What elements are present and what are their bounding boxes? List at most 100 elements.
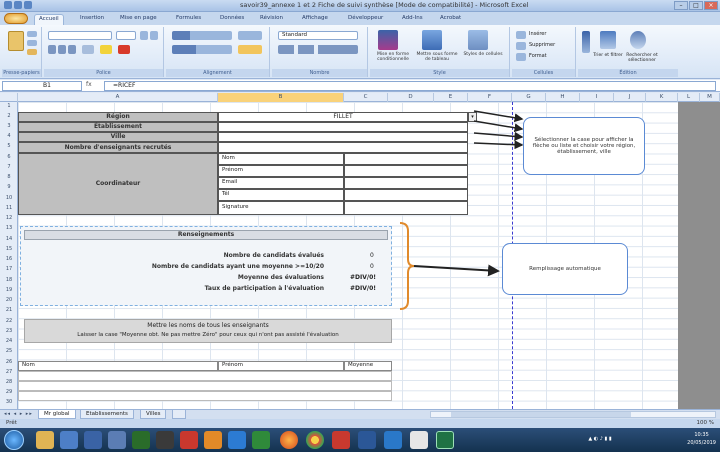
zoom-level[interactable]: 100 % — [697, 420, 714, 426]
align-left-icon[interactable] — [172, 45, 232, 54]
row-header[interactable]: 23 — [0, 328, 18, 334]
etab-input[interactable] — [218, 122, 468, 132]
row-header[interactable]: 15 — [0, 246, 18, 252]
coord-value[interactable] — [344, 177, 468, 189]
col-header[interactable]: D — [388, 93, 434, 102]
col-header[interactable]: A — [18, 93, 218, 102]
col-header[interactable]: B — [218, 93, 344, 102]
row-header[interactable]: 18 — [0, 277, 18, 283]
row-header[interactable]: 21 — [0, 307, 18, 313]
tab-accueil[interactable]: Accueil — [34, 14, 64, 25]
app-icon[interactable] — [84, 431, 102, 449]
row-header[interactable]: 28 — [0, 379, 18, 385]
format-table-icon[interactable] — [422, 30, 442, 50]
edit-btn-label[interactable]: Trier et filtrer — [590, 53, 626, 58]
format-cells-icon[interactable] — [516, 53, 526, 61]
row-header[interactable]: 5 — [0, 143, 18, 149]
col-header[interactable]: L — [678, 93, 700, 102]
row-header[interactable]: 12 — [0, 215, 18, 221]
copy-icon[interactable] — [27, 40, 37, 46]
row-header[interactable]: 30 — [0, 399, 18, 405]
row-header[interactable]: 1 — [0, 103, 18, 109]
font-size-select[interactable] — [116, 31, 136, 40]
row-header[interactable]: 3 — [0, 123, 18, 129]
maximize-button[interactable]: □ — [689, 1, 703, 10]
formula-input[interactable]: =RICEF — [104, 81, 716, 91]
row-header[interactable]: 9 — [0, 184, 18, 190]
sheet-tab[interactable]: Mr global — [38, 410, 76, 419]
coord-field[interactable] — [218, 153, 344, 165]
sheet-tab[interactable]: Villes — [140, 410, 167, 419]
col-header[interactable]: G — [512, 93, 546, 102]
tab-affichage[interactable]: Affichage — [298, 14, 332, 25]
coord-field[interactable] — [218, 189, 344, 201]
sheet-nav-arrows-icon[interactable]: ◂◂ ◂ ▸ ▸▸ — [4, 411, 33, 417]
redo-icon[interactable] — [24, 1, 32, 9]
excel-icon[interactable] — [436, 431, 454, 449]
tab-revision[interactable]: Révision — [256, 14, 287, 25]
number-tools-icon[interactable] — [278, 45, 358, 54]
row-header[interactable]: 11 — [0, 205, 18, 211]
col-header[interactable]: J — [614, 93, 646, 102]
font-name-select[interactable] — [48, 31, 112, 40]
row-header[interactable]: 20 — [0, 297, 18, 303]
horizontal-scrollbar[interactable] — [430, 411, 716, 418]
align-top-icon[interactable] — [172, 31, 232, 40]
autosum-icon[interactable] — [582, 31, 590, 53]
table-header-cell[interactable] — [18, 361, 218, 371]
app-icon[interactable] — [228, 431, 246, 449]
row-header[interactable]: 6 — [0, 154, 18, 160]
media-icon[interactable] — [60, 431, 78, 449]
name-box[interactable]: B1 — [2, 81, 82, 91]
find-select-icon[interactable] — [630, 31, 646, 49]
sheet-tab[interactable]: Etablissements — [80, 410, 134, 419]
minimize-button[interactable]: – — [674, 1, 688, 10]
vlc-icon[interactable] — [204, 431, 222, 449]
tab-donnees[interactable]: Données — [216, 14, 248, 25]
edit-btn-label[interactable]: Rechercher et sélectionner — [622, 53, 662, 63]
row-header[interactable]: 13 — [0, 225, 18, 231]
row-header[interactable]: 14 — [0, 236, 18, 242]
delete-cells-icon[interactable] — [516, 42, 526, 50]
table-row[interactable] — [18, 371, 392, 381]
delete-label[interactable]: Supprimer — [529, 42, 555, 48]
coord-value[interactable] — [344, 189, 468, 201]
fill-color-icon[interactable] — [100, 45, 112, 54]
row-header[interactable]: 7 — [0, 164, 18, 170]
row-header[interactable]: 22 — [0, 318, 18, 324]
col-header[interactable]: H — [546, 93, 580, 102]
tab-formules[interactable]: Formules — [172, 14, 205, 25]
col-header[interactable]: M — [700, 93, 720, 102]
format-label[interactable]: Format — [529, 53, 547, 59]
tab-developpeur[interactable]: Développeur — [344, 14, 387, 25]
coord-value[interactable] — [344, 201, 468, 215]
row-header[interactable]: 25 — [0, 348, 18, 354]
insert-label[interactable]: Insérer — [529, 31, 546, 37]
scroll-thumb[interactable] — [451, 412, 631, 417]
acrobat-icon[interactable] — [180, 431, 198, 449]
clock[interactable]: 10:35 20/05/2019 — [687, 431, 716, 447]
start-button[interactable] — [4, 430, 24, 450]
explorer-icon[interactable] — [36, 431, 54, 449]
app-icon[interactable] — [132, 431, 150, 449]
app-icon[interactable] — [410, 431, 428, 449]
row-header[interactable]: 24 — [0, 338, 18, 344]
bold-icon[interactable] — [48, 45, 56, 54]
borders-icon[interactable] — [82, 45, 94, 54]
col-header[interactable]: I — [580, 93, 614, 102]
app-icon[interactable] — [108, 431, 126, 449]
tab-add-ins[interactable]: Add-Ins — [398, 14, 427, 25]
tab-acrobat[interactable]: Acrobat — [436, 14, 465, 25]
italic-icon[interactable] — [58, 45, 66, 54]
row-header[interactable]: 4 — [0, 133, 18, 139]
row-header[interactable]: 27 — [0, 369, 18, 375]
table-row[interactable] — [18, 391, 392, 401]
select-all-corner[interactable] — [0, 93, 18, 102]
ville-input[interactable] — [218, 132, 468, 142]
app-icon[interactable] — [332, 431, 350, 449]
row-header[interactable]: 26 — [0, 359, 18, 365]
row-header[interactable]: 19 — [0, 287, 18, 293]
col-header[interactable]: F — [468, 93, 512, 102]
fx-icon[interactable]: fx — [86, 81, 92, 88]
row-header[interactable]: 29 — [0, 389, 18, 395]
